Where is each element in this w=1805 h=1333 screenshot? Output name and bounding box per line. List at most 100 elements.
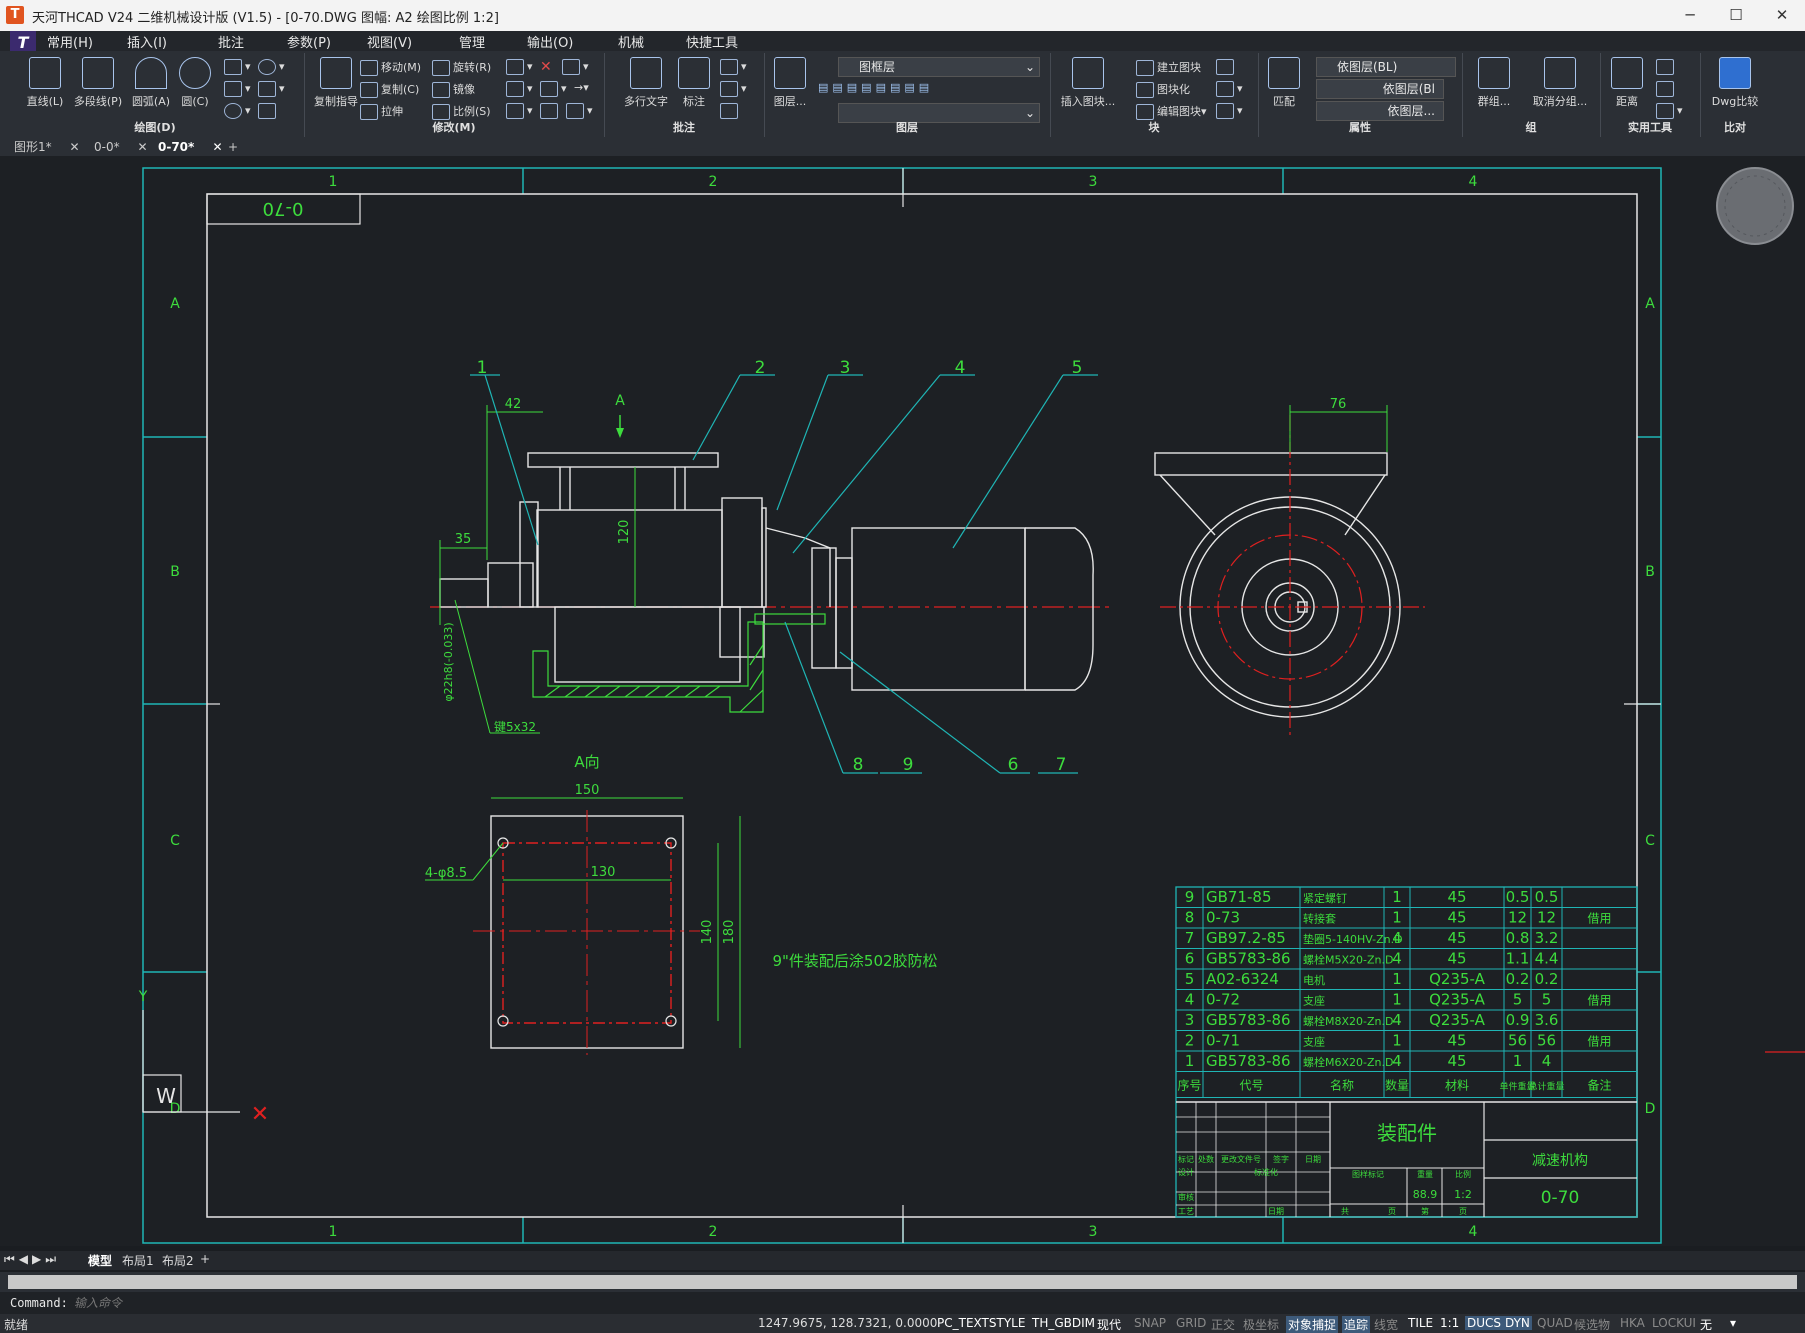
current-layer-dropdown[interactable]: 图框层 ⌄ <box>838 57 1040 77</box>
toggle-grid[interactable]: GRID <box>1176 1316 1206 1330</box>
toggle-hka[interactable]: HKA <box>1620 1316 1645 1330</box>
toggle-osnap[interactable]: 对象捕捉 <box>1286 1316 1339 1333</box>
maximize-button[interactable]: ☐ <box>1713 0 1759 31</box>
status-style[interactable]: 现代 <box>1097 1316 1121 1333</box>
layout-add-button[interactable]: + <box>200 1252 210 1266</box>
close-button[interactable]: ✕ <box>1759 0 1805 31</box>
menu-insert[interactable]: 插入(I) <box>127 32 167 51</box>
group-button[interactable]: 群组... <box>1466 57 1522 109</box>
menu-manage[interactable]: 管理 <box>459 32 485 51</box>
region-tool[interactable]: ▾ <box>258 81 285 97</box>
cloud-tool[interactable] <box>258 103 279 119</box>
add-tab-button[interactable]: + <box>228 139 238 156</box>
horizontal-scrollbar[interactable] <box>0 1272 1805 1292</box>
leader-tool[interactable]: ▾ <box>720 59 747 75</box>
close-icon[interactable]: ✕ <box>137 140 147 154</box>
table-tool[interactable] <box>720 103 741 119</box>
hatch-tool[interactable]: ▾ <box>224 81 251 97</box>
toggle-quad[interactable]: QUAD <box>1537 1316 1573 1330</box>
drawing-canvas[interactable]: 1 2 3 4 1 2 3 4 A B C D A B C D 0-70 42 … <box>0 156 1805 1246</box>
toggle-dyn[interactable]: DYN <box>1503 1316 1532 1330</box>
fillet-tool[interactable]: ▾ <box>562 59 589 75</box>
layout-nav-arrows[interactable]: ⏮◀▶⏭ <box>4 1252 60 1267</box>
menu-mechanical[interactable]: 机械 <box>618 32 644 51</box>
join-tool[interactable]: ▾ <box>566 103 593 119</box>
toggle-polar[interactable]: 极坐标 <box>1243 1316 1279 1333</box>
distance-button[interactable]: 距离 <box>1602 57 1652 109</box>
lineweight-dropdown[interactable]: 依图层... <box>1316 101 1444 121</box>
stretch-button[interactable]: 拉伸 <box>360 103 403 120</box>
menu-output[interactable]: 输出(O) <box>527 32 573 51</box>
scrollbar-thumb[interactable] <box>8 1275 1797 1289</box>
mtext-button[interactable]: 多行文字 <box>616 57 676 109</box>
linetype-dropdown[interactable]: 依图层(Bl <box>1316 79 1444 99</box>
util-tool-3[interactable]: ▾ <box>1656 103 1683 119</box>
navigation-wheel[interactable] <box>1716 167 1794 245</box>
status-none[interactable]: 无 <box>1700 1316 1712 1333</box>
layout-tab-model[interactable]: 模型 <box>88 1252 112 1269</box>
array-tool[interactable]: ▾ <box>506 59 533 75</box>
line-button[interactable]: 直线(L) <box>18 57 72 109</box>
scale-button[interactable]: 比例(S) <box>432 103 491 120</box>
settings-chevron-icon[interactable]: ▾ <box>1730 1316 1736 1330</box>
copy-guide-button[interactable]: 复制指导 <box>308 57 364 109</box>
layer-tools-row[interactable]: ▤▤▤▤▤▤▤▤ <box>818 81 933 94</box>
create-block-button[interactable]: 建立图块 <box>1136 59 1201 76</box>
close-icon[interactable]: ✕ <box>213 140 223 154</box>
doc-tab-0-0[interactable]: 0-0* ✕ <box>94 139 148 156</box>
ungroup-button[interactable]: 取消分组... <box>1524 57 1596 109</box>
toggle-tile[interactable]: TILE <box>1408 1316 1433 1330</box>
multileader-tool[interactable]: ▾ <box>720 81 747 97</box>
blockify-button[interactable]: 图块化 <box>1136 81 1190 98</box>
erase-tool[interactable]: ✕ <box>540 59 552 75</box>
rotate-button[interactable]: 旋转(R) <box>432 59 491 76</box>
donut-tool[interactable]: ▾ <box>224 103 251 119</box>
toggle-candidates[interactable]: 候选物 <box>1574 1316 1610 1333</box>
menu-quick-tools[interactable]: 快捷工具 <box>686 32 738 51</box>
grid-array-tool[interactable]: ▾ <box>506 103 533 119</box>
toggle-lineweight[interactable]: 线宽 <box>1374 1316 1398 1333</box>
color-dropdown[interactable]: 依图层(BL) <box>1316 57 1456 77</box>
command-input[interactable] <box>72 1294 1776 1312</box>
command-line[interactable]: Command: <box>0 1292 1805 1314</box>
dimension-button[interactable]: 标注 <box>674 57 714 109</box>
explode-tool[interactable]: ▾ <box>540 81 567 97</box>
status-dimstyle[interactable]: TH_GBDIM <box>1032 1316 1095 1330</box>
doc-tab-0-70[interactable]: 0-70* ✕ <box>158 139 223 156</box>
match-properties-button[interactable]: 匹配 <box>1264 57 1304 109</box>
move-button[interactable]: 移动(M) <box>360 59 421 76</box>
extend-tool[interactable]: →▾ <box>574 81 589 94</box>
doc-tab-drawing1[interactable]: 图形1* ✕ <box>14 139 80 156</box>
close-icon[interactable]: ✕ <box>69 140 79 154</box>
block-tool-2[interactable]: ▾ <box>1216 81 1243 97</box>
block-attr-tool[interactable] <box>1216 59 1237 75</box>
insert-block-button[interactable]: 插入图块... <box>1056 57 1120 109</box>
edit-block-button[interactable]: 编辑图块▾ <box>1136 103 1207 120</box>
util-tool-1[interactable] <box>1656 59 1677 75</box>
status-textstyle[interactable]: PC_TEXTSTYLE <box>937 1316 1025 1330</box>
block-tool-3[interactable]: ▾ <box>1216 103 1243 119</box>
util-tool-2[interactable] <box>1656 81 1677 97</box>
polyline-button[interactable]: 多段线(P) <box>68 57 128 109</box>
trim-tool[interactable]: ▾ <box>506 81 533 97</box>
toggle-ortho[interactable]: 正交 <box>1211 1316 1235 1333</box>
ellipse-tool[interactable]: ▾ <box>258 59 285 75</box>
menu-view[interactable]: 视图(V) <box>367 32 412 51</box>
toggle-snap[interactable]: SNAP <box>1134 1316 1166 1330</box>
copy-button[interactable]: 复制(C) <box>360 81 419 98</box>
layout-tab-2[interactable]: 布局2 <box>162 1252 194 1269</box>
menu-params[interactable]: 参数(P) <box>287 32 331 51</box>
rectangle-tool[interactable]: ▾ <box>224 59 251 75</box>
dwg-compare-button[interactable]: Dwg比较 <box>1704 57 1766 109</box>
minimize-button[interactable]: ─ <box>1667 0 1713 31</box>
mirror-button[interactable]: 镜像 <box>432 81 475 98</box>
menu-home[interactable]: 常用(H) <box>47 32 93 51</box>
toggle-lockui[interactable]: LOCKUI <box>1652 1316 1696 1330</box>
layer-properties-button[interactable]: 图层... <box>768 57 812 109</box>
toggle-otrack[interactable]: 追踪 <box>1342 1316 1371 1333</box>
toggle-scale[interactable]: 1:1 <box>1440 1316 1459 1330</box>
offset-tool[interactable] <box>540 103 561 119</box>
toggle-ducs[interactable]: DUCS <box>1465 1316 1504 1330</box>
circle-button[interactable]: 圆(C) <box>170 57 220 109</box>
layout-tab-1[interactable]: 布局1 <box>122 1252 154 1269</box>
